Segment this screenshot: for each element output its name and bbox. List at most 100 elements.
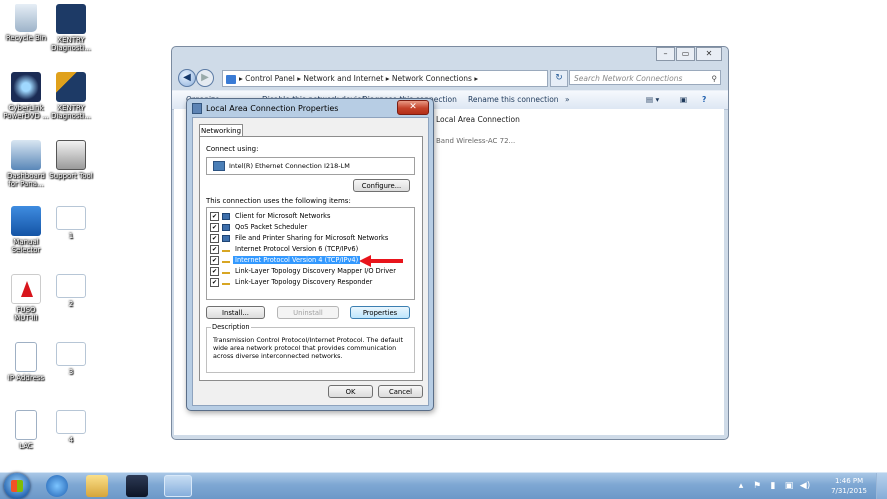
network-client-icon: [222, 223, 230, 231]
checkbox[interactable]: ✔: [210, 244, 219, 254]
protocol-icon: [222, 257, 230, 263]
desktop-icon-support-tool[interactable]: Support Tool: [45, 140, 97, 180]
text-file-icon: [15, 410, 37, 440]
desktop-icon-folder-3[interactable]: 3: [45, 342, 97, 376]
component-label: Link-Layer Topology Discovery Responder: [235, 278, 373, 286]
adapter-field: Intel(R) Ethernet Connection I218-LM: [206, 157, 415, 175]
ok-button[interactable]: OK: [328, 385, 373, 398]
preview-pane-icon[interactable]: ▣: [680, 91, 687, 109]
network-client-icon: [222, 234, 230, 242]
desktop-icon-xentry-2[interactable]: XENTRY Diagnosti...: [45, 72, 97, 120]
checkbox[interactable]: ✔: [210, 211, 219, 221]
refresh-button[interactable]: ↻: [550, 70, 568, 87]
manual-selector-icon: [11, 206, 41, 236]
folder-icon: [56, 410, 86, 434]
windows-logo-icon: [11, 480, 23, 492]
description-group: Description Transmission Control Protoco…: [206, 323, 415, 373]
change-view-icon[interactable]: ▤ ▾: [646, 91, 659, 109]
back-button[interactable]: ◀: [178, 69, 196, 87]
desktop-icon-folder-2[interactable]: 2: [45, 274, 97, 308]
properties-button[interactable]: Properties: [350, 306, 410, 319]
desktop-icon-folder-1[interactable]: 1: [45, 206, 97, 240]
component-item[interactable]: ✔ Client for Microsoft Networks: [210, 211, 332, 222]
items-label: This connection uses the following items…: [206, 197, 351, 205]
ethernet-adapter-icon: [213, 161, 225, 171]
taskbar: ▴ ⚑ ▮ ▣ ◀) 1:46 PM 7/31/2015: [0, 472, 887, 499]
desktop-icon-xentry-1[interactable]: XENTRY Diagnosti...: [45, 4, 97, 52]
xentry-icon: [56, 72, 86, 102]
description-legend: Description: [211, 323, 251, 331]
support-tool-icon: [56, 140, 86, 170]
tray-expand-icon[interactable]: ▴: [735, 480, 747, 492]
control-panel-icon: [226, 74, 236, 84]
component-label: Internet Protocol Version 4 (TCP/IPv4): [233, 256, 361, 264]
clock[interactable]: 1:46 PM 7/31/2015: [831, 476, 867, 496]
fuso-icon: [11, 274, 41, 304]
taskbar-network-connections[interactable]: [164, 475, 192, 497]
dashboard-icon: [11, 140, 41, 170]
checkbox[interactable]: ✔: [210, 277, 219, 287]
configure-button[interactable]: Configure...: [353, 179, 410, 192]
forward-button[interactable]: ▶: [196, 69, 214, 87]
component-label: QoS Packet Scheduler: [235, 223, 308, 231]
recycle-bin-icon: [15, 4, 37, 32]
text-file-icon: [15, 342, 37, 372]
window-controls: – ▭ ✕: [655, 47, 722, 61]
network-client-icon: [222, 212, 230, 220]
internet-explorer-icon[interactable]: [46, 475, 68, 497]
items-list: ✔ Client for Microsoft Networks ✔ QoS Packe…: [206, 207, 415, 300]
uninstall-button[interactable]: Uninstall: [277, 306, 339, 319]
checkbox[interactable]: ✔: [210, 266, 219, 276]
action-center-icon[interactable]: ⚑: [751, 480, 763, 492]
folder-icon: [56, 206, 86, 230]
component-item[interactable]: ✔ Internet Protocol Version 4 (TCP/IPv4): [210, 255, 361, 266]
install-button[interactable]: Install...: [206, 306, 265, 319]
cancel-button[interactable]: Cancel: [378, 385, 423, 398]
component-item[interactable]: ✔ Link-Layer Topology Discovery Mapper I/…: [210, 266, 398, 277]
protocol-icon: [222, 268, 230, 274]
media-player-icon[interactable]: [126, 475, 148, 497]
checkbox[interactable]: ✔: [210, 222, 219, 232]
address-bar-row: ◀ ▶ ▸ Control Panel ▸ Network and Intern…: [176, 69, 722, 87]
search-input[interactable]: Search Network Connections ⚲: [569, 70, 721, 85]
connect-using-label: Connect using:: [206, 145, 259, 153]
more-commands-button[interactable]: »: [565, 91, 570, 109]
start-button[interactable]: [4, 473, 30, 499]
xentry-icon: [56, 4, 86, 34]
maximize-icon[interactable]: ▭: [676, 47, 695, 61]
red-arrow-annotation: [359, 255, 403, 267]
address-bar[interactable]: ▸ Control Panel ▸ Network and Internet ▸…: [222, 70, 548, 87]
component-item[interactable]: ✔ QoS Packet Scheduler: [210, 222, 309, 233]
desktop-icon-folder-4[interactable]: 4: [45, 410, 97, 444]
dialog-title: Local Area Connection Properties: [192, 103, 338, 114]
component-item[interactable]: ✔ Link-Layer Topology Discovery Responder: [210, 277, 374, 288]
minimize-icon[interactable]: –: [656, 47, 675, 61]
folder-icon: [56, 274, 86, 298]
show-desktop-button[interactable]: [876, 473, 887, 499]
powerdvd-icon: [11, 72, 41, 102]
search-icon: ⚲: [711, 74, 718, 83]
component-label: Link-Layer Topology Discovery Mapper I/O…: [235, 267, 396, 275]
rename-button[interactable]: Rename this connection: [468, 91, 559, 109]
volume-icon[interactable]: ◀): [799, 480, 811, 492]
component-item[interactable]: ✔ File and Printer Sharing for Microsoft …: [210, 233, 390, 244]
connection-item[interactable]: Local Area Connection: [436, 115, 520, 124]
help-icon[interactable]: ?: [702, 91, 706, 109]
component-label: Internet Protocol Version 6 (TCP/IPv6): [235, 245, 359, 253]
dialog-close-button[interactable]: ✕: [397, 100, 429, 115]
protocol-icon: [222, 246, 230, 252]
close-icon[interactable]: ✕: [696, 47, 722, 61]
folder-icon: [56, 342, 86, 366]
connection-description: Band Wireless-AC 72...: [436, 137, 516, 145]
component-label: Client for Microsoft Networks: [235, 212, 331, 220]
component-label: File and Printer Sharing for Microsoft N…: [235, 234, 389, 242]
checkbox[interactable]: ✔: [210, 255, 219, 265]
network-adapter-icon: [192, 103, 202, 114]
component-item[interactable]: ✔ Internet Protocol Version 6 (TCP/IPv6): [210, 244, 360, 255]
file-explorer-icon[interactable]: [86, 475, 108, 497]
network-tray-icon[interactable]: ▣: [783, 480, 795, 492]
power-icon[interactable]: ▮: [767, 480, 779, 492]
description-text: Transmission Control Protocol/Internet P…: [213, 336, 403, 360]
protocol-icon: [222, 279, 230, 285]
checkbox[interactable]: ✔: [210, 233, 219, 243]
